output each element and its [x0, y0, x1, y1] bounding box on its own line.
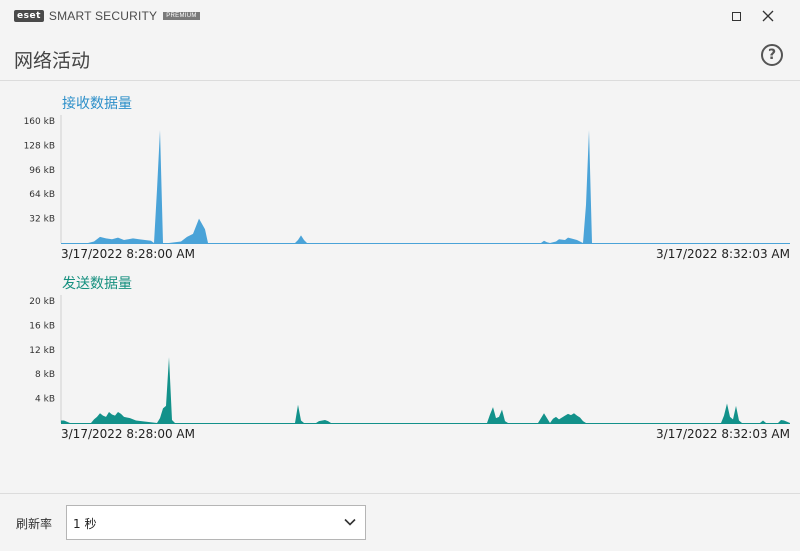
- x-start-label: 3/17/2022 8:28:00 AM: [61, 427, 195, 441]
- refresh-rate-select[interactable]: 1 秒: [66, 505, 366, 540]
- y-tick-label: 96 kB: [29, 166, 55, 176]
- footer: 刷新率 1 秒: [0, 493, 800, 551]
- y-tick-label: 8 kB: [35, 370, 55, 380]
- y-tick-label: 20 kB: [29, 297, 55, 307]
- series-area: [61, 130, 790, 243]
- chevron-down-icon: [344, 518, 356, 526]
- series-area: [61, 357, 790, 423]
- y-tick-label: 64 kB: [29, 190, 55, 200]
- network-charts: 160 kB 128 kB 96 kB 64 kB 32 kB 3/17/2022 8:2…: [24, 115, 790, 441]
- x-start-label: 3/17/2022 8:28:00 AM: [61, 247, 195, 261]
- refresh-rate-value: 1 秒: [73, 517, 97, 531]
- x-end-label: 3/17/2022 8:32:03 AM: [656, 427, 790, 441]
- y-tick-label: 128 kB: [24, 141, 55, 151]
- y-tick-label: 16 kB: [29, 321, 55, 331]
- y-tick-label: 32 kB: [29, 215, 55, 225]
- y-tick-label: 4 kB: [35, 395, 55, 405]
- received-chart: 160 kB 128 kB 96 kB 64 kB 32 kB 3/17/2022 8:2…: [24, 115, 790, 261]
- refresh-rate-label: 刷新率: [16, 517, 53, 531]
- x-end-label: 3/17/2022 8:32:03 AM: [656, 247, 790, 261]
- sent-chart: 20 kB 16 kB 12 kB 8 kB 4 kB 3/17/2022 8:28:00…: [29, 295, 790, 441]
- y-tick-label: 12 kB: [29, 346, 55, 356]
- y-tick-label: 160 kB: [24, 117, 55, 127]
